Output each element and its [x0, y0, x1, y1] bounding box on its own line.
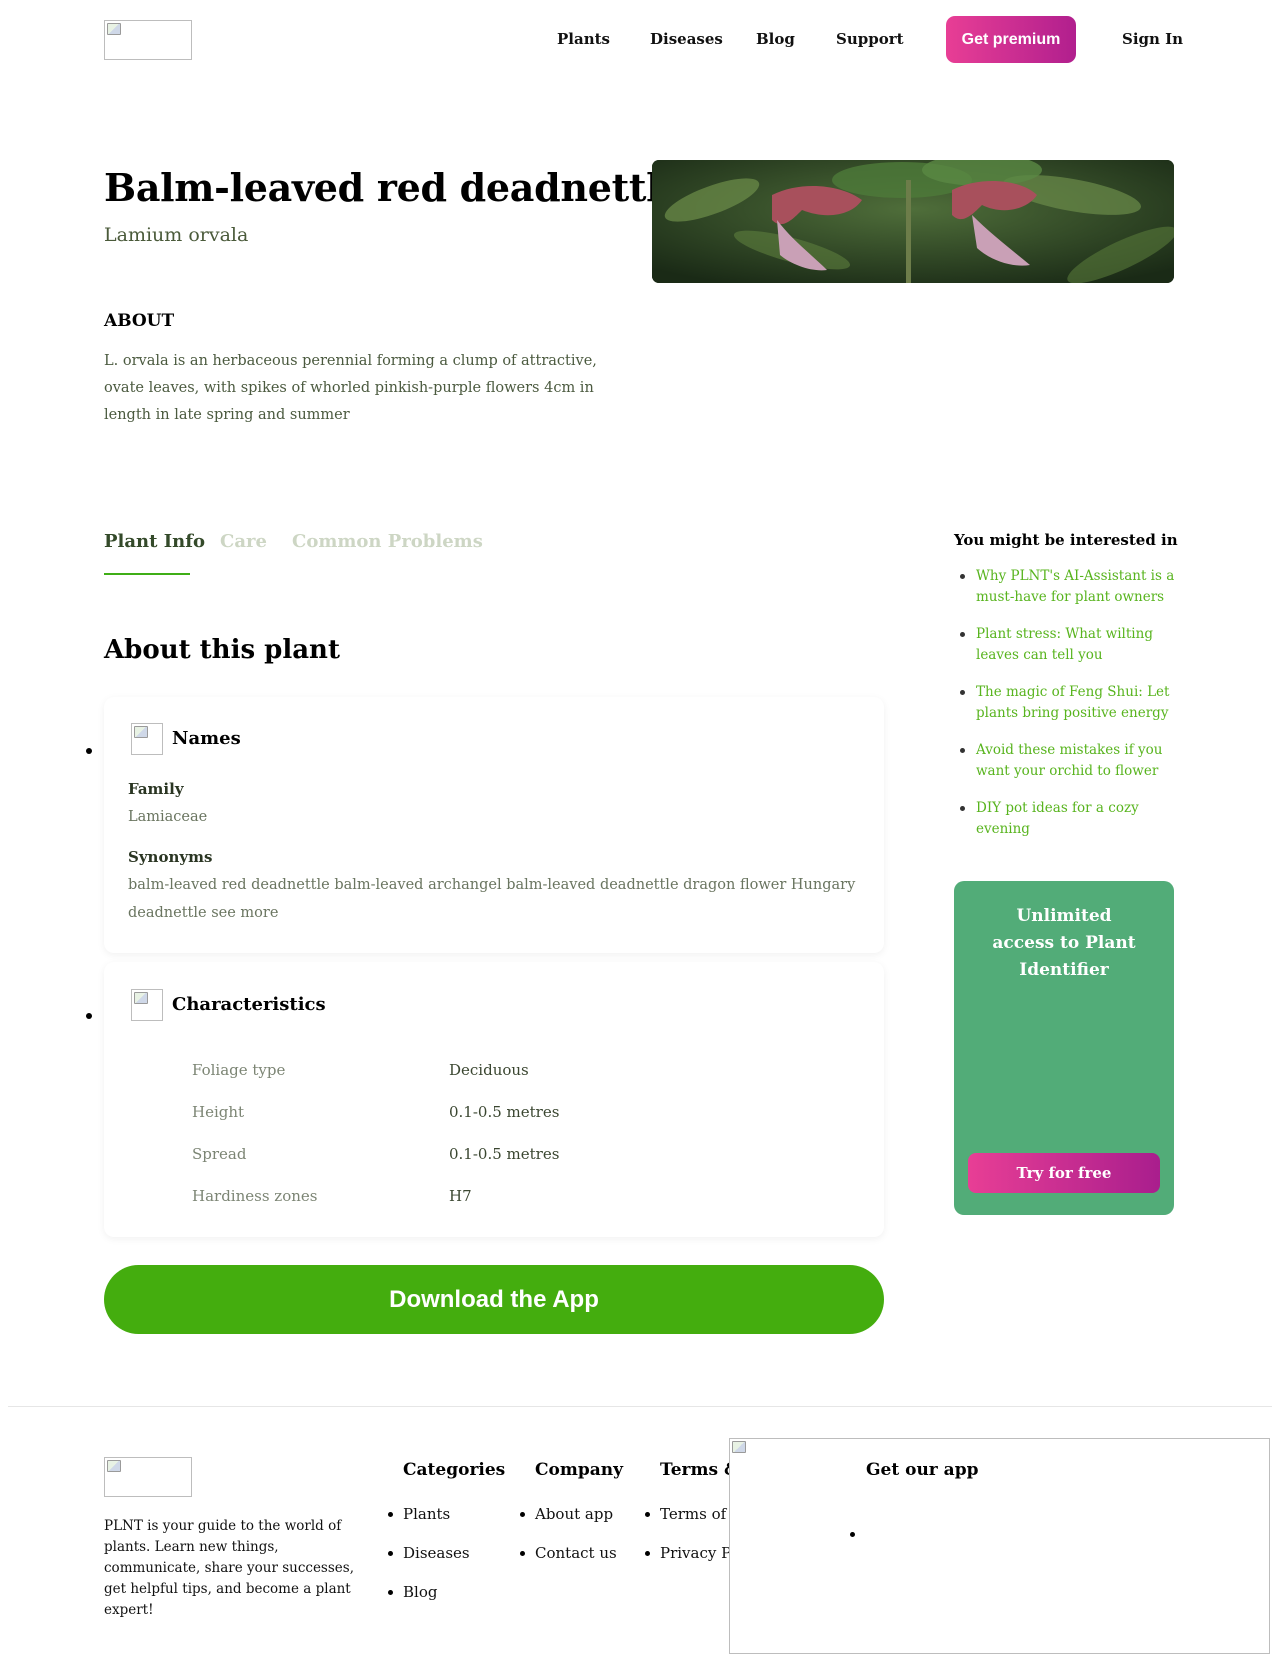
sidebar-link[interactable]: Why PLNT's AI-Assistant is a must-have f… [960, 566, 1176, 608]
char-value-height: 0.1-0.5 metres [449, 1103, 560, 1121]
char-value-spread: 0.1-0.5 metres [449, 1145, 560, 1163]
footer-link-blog[interactable]: Blog [388, 1582, 470, 1621]
active-tab-indicator [104, 573, 190, 575]
promo-title: Unlimited access to Plant Identifier [992, 906, 1136, 980]
names-card: Names Family Lamiaceae Synonyms balm-lea… [104, 697, 884, 953]
footer-company: About app Contact us [520, 1504, 617, 1582]
char-label-foliage: Foliage type [192, 1061, 286, 1079]
footer-link-diseases[interactable]: Diseases [388, 1543, 470, 1582]
synonyms-value: balm-leaved red deadnettle balm-leaved a… [128, 877, 856, 921]
footer-company-heading: Company [535, 1460, 623, 1480]
footer-divider [8, 1406, 1272, 1407]
char-label-height: Height [192, 1103, 245, 1121]
app-store-badge-image[interactable] [729, 1438, 1270, 1654]
about-text: L. orvala is an herbaceous perennial for… [104, 353, 597, 423]
sidebar-link[interactable]: DIY pot ideas for a cozy evening [960, 798, 1176, 840]
char-label-spread: Spread [192, 1145, 247, 1163]
list-bullet [850, 1532, 855, 1537]
footer-link-about-app[interactable]: About app [520, 1504, 617, 1543]
nav-blog[interactable]: Blog [756, 30, 795, 48]
tab-plant-info[interactable]: Plant Info [104, 531, 205, 552]
characteristics-card: Characteristics Foliage type Deciduous H… [104, 962, 884, 1237]
nav-support[interactable]: Support [836, 30, 904, 48]
plant-name: Balm-leaved red deadnettle [104, 165, 685, 210]
sidebar-link[interactable]: The magic of Feng Shui: Let plants bring… [960, 682, 1176, 724]
sign-in-link[interactable]: Sign In [1122, 30, 1183, 48]
list-bullet [86, 1013, 92, 1019]
section-title: About this plant [104, 635, 340, 665]
footer-categories: Plants Diseases Blog [388, 1504, 470, 1621]
footer-description: PLNT is your guide to the world of plant… [104, 1518, 355, 1618]
char-value-foliage: Deciduous [449, 1061, 529, 1079]
sidebar-links: Why PLNT's AI-Assistant is a must-have f… [960, 566, 1176, 856]
promo-card: Unlimited access to Plant Identifier Try… [954, 881, 1174, 1215]
footer-link-contact-us[interactable]: Contact us [520, 1543, 617, 1582]
characteristics-icon [131, 989, 163, 1021]
characteristics-title: Characteristics [172, 994, 326, 1015]
tab-common-problems[interactable]: Common Problems [292, 531, 483, 552]
sidebar-heading: You might be interested in [954, 531, 1178, 549]
footer-app-heading: Get our app [866, 1460, 979, 1480]
tab-care[interactable]: Care [220, 531, 267, 552]
names-icon [131, 723, 163, 755]
sidebar-link[interactable]: Plant stress: What wilting leaves can te… [960, 624, 1176, 666]
footer-categories-heading: Categories [403, 1460, 506, 1480]
footer-link-plants[interactable]: Plants [388, 1504, 470, 1543]
family-value: Lamiaceae [128, 809, 208, 825]
names-title: Names [172, 728, 241, 749]
download-app-button[interactable]: Download the App [104, 1265, 884, 1334]
nav-plants[interactable]: Plants [557, 30, 610, 48]
sidebar-link[interactable]: Avoid these mistakes if you want your or… [960, 740, 1176, 782]
char-label-hardiness: Hardiness zones [192, 1187, 318, 1205]
synonyms-label: Synonyms [128, 848, 213, 866]
get-premium-button[interactable]: Get premium [946, 16, 1076, 63]
footer-logo[interactable] [104, 1457, 192, 1497]
plant-photo [652, 160, 1174, 283]
about-heading: ABOUT [104, 311, 175, 331]
nav-diseases[interactable]: Diseases [650, 30, 723, 48]
family-label: Family [128, 780, 184, 798]
plant-latin-name: Lamium orvala [104, 224, 249, 246]
char-value-hardiness: H7 [449, 1187, 472, 1205]
list-bullet [86, 748, 92, 754]
try-for-free-button[interactable]: Try for free [968, 1153, 1160, 1193]
site-logo[interactable] [104, 20, 192, 60]
